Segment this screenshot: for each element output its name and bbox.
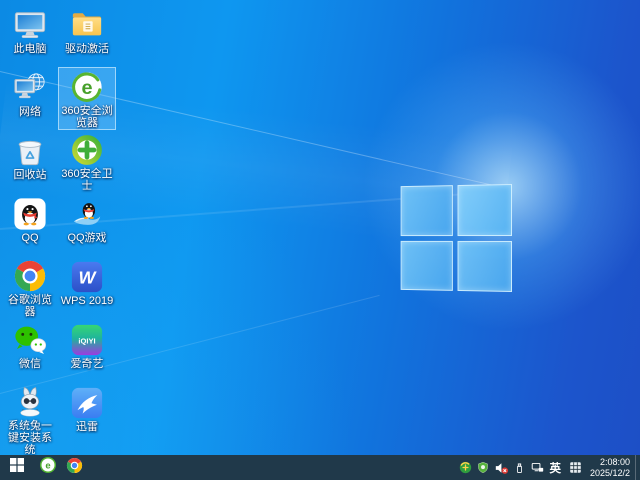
icon-label: 微信	[19, 358, 41, 370]
icon-label: 网络	[19, 106, 41, 118]
clock-time: 2:08:00	[599, 457, 630, 467]
icon-label: 360安全浏览器	[61, 105, 113, 129]
language-indicator[interactable]: 英	[549, 460, 561, 476]
desktop-icon-grid: 此电脑 驱动激活 网络 e 360安全浏览器 回收站 360安全卫士 QQ QQ…	[2, 4, 118, 456]
icon-label: 系统兔一键安装系统	[8, 420, 52, 456]
icon-label: 爱奇艺	[70, 358, 104, 370]
icon-label: 驱动激活	[65, 43, 109, 55]
wps-icon: W	[69, 259, 105, 294]
iqiyi-icon: iQIYI	[69, 322, 105, 357]
network-globe-icon	[12, 70, 48, 105]
recycle-bin-icon	[12, 133, 48, 168]
desktop-icon-360-browser[interactable]: e 360安全浏览器	[58, 67, 116, 130]
360-antivirus-tray-icon[interactable]	[458, 455, 473, 480]
icon-label: QQ	[21, 232, 39, 244]
svg-text:W: W	[79, 267, 98, 287]
chrome-icon	[12, 259, 48, 293]
windows-logo-pane	[457, 184, 512, 236]
rabbit-installer-icon	[12, 385, 48, 419]
windows-logo-pane	[457, 240, 512, 292]
qq-penguin-icon	[12, 196, 48, 231]
desktop-icon-wps[interactable]: W WPS 2019	[58, 256, 116, 319]
clock[interactable]: 2:08:00 2025/12/2	[590, 457, 630, 478]
taskbar-chrome-button[interactable]	[61, 455, 88, 480]
icon-label: 此电脑	[13, 43, 47, 55]
wired-network-icon[interactable]	[530, 455, 545, 480]
desktop-icon-xunlei[interactable]: 迅雷	[58, 382, 116, 445]
desktop-icon-iqiyi[interactable]: iQIYI 爱奇艺	[58, 319, 116, 382]
system-tray: 英 2:08:00 2025/12/2	[456, 455, 640, 480]
desktop-icon-chrome[interactable]: 谷歌浏览器	[2, 256, 58, 319]
chrome-icon	[66, 457, 83, 479]
windows-start-icon	[10, 458, 24, 477]
ime-keyboard-grid-icon[interactable]	[568, 455, 583, 480]
desktop-icon-wechat[interactable]: 微信	[2, 319, 58, 382]
wechat-icon	[12, 322, 48, 357]
desktop-icon-network[interactable]: 网络	[2, 67, 58, 130]
360-browser-e-icon: e	[69, 70, 105, 104]
desktop-wallpaper: 此电脑 驱动激活 网络 e 360安全浏览器 回收站 360安全卫士 QQ QQ…	[0, 0, 640, 456]
icon-label: 迅雷	[76, 421, 98, 433]
clock-date: 2025/12/2	[589, 467, 630, 478]
svg-text:e: e	[81, 77, 92, 99]
windows-logo-pane	[400, 240, 453, 291]
icon-label: WPS 2019	[60, 295, 114, 307]
desktop-icon-xitongtu[interactable]: 系统兔一键安装系统	[2, 382, 58, 456]
start-button[interactable]	[0, 455, 34, 480]
taskbar-360-browser-button[interactable]: e	[34, 455, 61, 480]
icon-label: 360安全卫士	[61, 168, 113, 192]
svg-text:e: e	[45, 461, 50, 472]
folder-icon	[69, 7, 105, 42]
icon-label: QQ游戏	[67, 232, 107, 244]
360-browser-e-icon: e	[39, 456, 57, 479]
icon-label: 谷歌浏览器	[8, 294, 52, 318]
360-safeguard-icon	[69, 133, 105, 167]
desktop-icon-this-pc[interactable]: 此电脑	[2, 4, 58, 67]
windows-wallpaper-logo	[400, 184, 512, 292]
desktop-icon-recycle-bin[interactable]: 回收站	[2, 130, 58, 193]
desktop-icon-qq[interactable]: QQ	[2, 193, 58, 256]
icon-label: 回收站	[13, 169, 47, 181]
show-desktop-button[interactable]	[635, 455, 640, 480]
this-pc-icon	[12, 7, 48, 42]
usb-device-icon[interactable]	[512, 455, 527, 480]
desktop-icon-360-safeguard[interactable]: 360安全卫士	[58, 130, 116, 193]
volume-muted-icon[interactable]	[494, 455, 509, 480]
360-shield-tray-icon[interactable]	[476, 455, 491, 480]
thunder-bird-icon	[69, 385, 105, 420]
desktop-icon-qq-games[interactable]: QQ游戏	[58, 193, 116, 256]
svg-text:iQIYI: iQIYI	[78, 336, 95, 345]
windows-logo-pane	[400, 185, 453, 236]
taskbar: e 英 2:08:00 2025/12/2	[0, 455, 640, 480]
qq-games-icon	[69, 196, 105, 231]
desktop-icon-driver-activate[interactable]: 驱动激活	[58, 4, 116, 67]
